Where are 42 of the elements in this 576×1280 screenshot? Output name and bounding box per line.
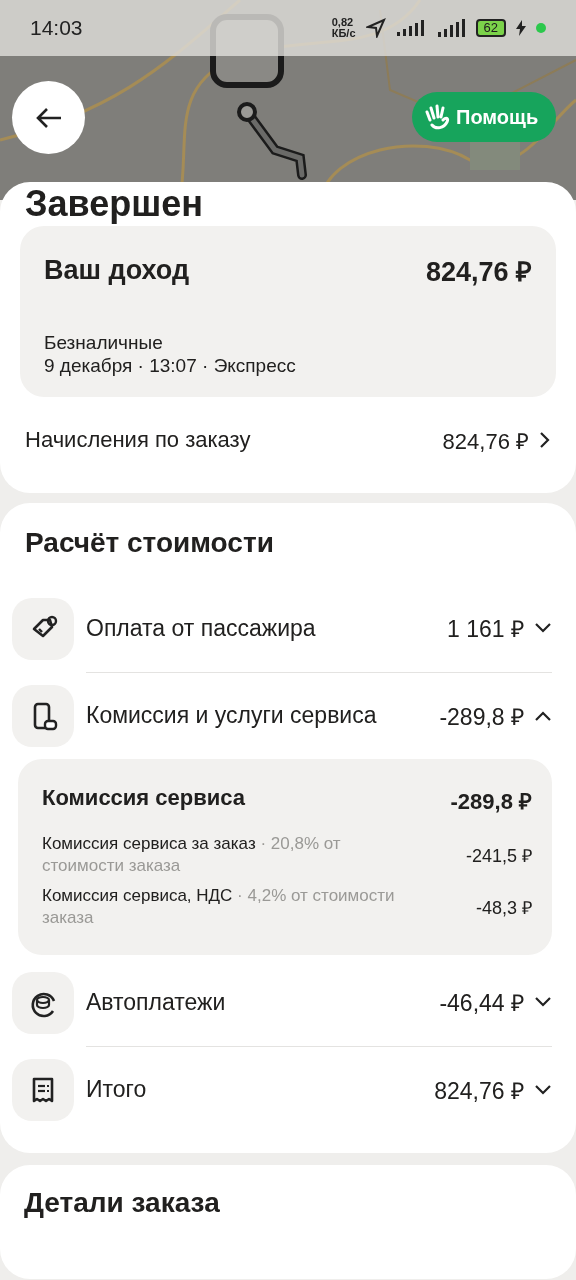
chevron-down-icon: [534, 622, 552, 634]
income-amount: 824,76 ₽: [425, 256, 532, 289]
section-title: Детали заказа: [24, 1187, 221, 1219]
details-amount: -289,8 ₽: [450, 788, 532, 815]
receipt-icon: [12, 1058, 74, 1121]
coin-cycle-icon: [12, 971, 74, 1034]
cost-row-label[interactable]: Автоплатежи: [86, 988, 226, 1016]
cost-row-amount: 824,76 ₽: [434, 1076, 524, 1106]
cost-row-label[interactable]: Комиссия и услуги сервиса: [86, 702, 377, 729]
charging-icon: [516, 20, 526, 36]
speed-unit: КБ/с: [331, 28, 356, 39]
commission-item-label: Комиссия сервиса, НДС · 4,2% от стоимости заказа: [42, 885, 396, 929]
status-time: 14:03: [30, 16, 84, 40]
accruals-amount: 824,76 ₽: [442, 428, 529, 455]
chevron-down-icon: [534, 1083, 552, 1096]
location-icon: [365, 18, 386, 38]
status-dot-icon: [536, 23, 546, 33]
order-status-title: Завершен: [24, 184, 204, 224]
accruals-label: Начисления по заказу: [25, 427, 251, 453]
cost-row-label[interactable]: Итого: [86, 1076, 147, 1103]
income-title: Ваш доход: [44, 255, 190, 286]
phone-coin-icon: [12, 684, 74, 747]
chevron-down-icon: [534, 996, 552, 1008]
signal-icon: [395, 19, 424, 37]
chevron-right-icon: [539, 431, 551, 449]
cost-row-amount: 1 161 ₽: [447, 615, 524, 644]
payment-method: Безналичные: [44, 331, 164, 354]
chevron-up-icon: [534, 709, 552, 722]
order-meta: 9 декабря · 13:07 · Экспресс: [44, 354, 297, 377]
cost-row-amount: -46,44 ₽: [439, 989, 524, 1018]
commission-item-label: Комиссия сервиса за заказ · 20,8% от стоимости заказа: [42, 833, 342, 877]
tag-icon: [12, 597, 74, 660]
details-title: Комиссия сервиса: [42, 785, 246, 812]
battery-level: 62: [475, 19, 506, 37]
commission-item-amount: -48,3 ₽: [475, 897, 532, 919]
back-arrow-icon: [34, 105, 63, 130]
commission-item-amount: -241,5 ₽: [465, 845, 532, 867]
section-title: Расчёт стоимости: [25, 527, 275, 559]
cost-row-amount: -289,8 ₽: [439, 702, 524, 732]
hand-icon: [424, 104, 450, 130]
cost-row-label[interactable]: Оплата от пассажира: [86, 614, 316, 642]
network-speed: 0,82: [331, 17, 355, 28]
